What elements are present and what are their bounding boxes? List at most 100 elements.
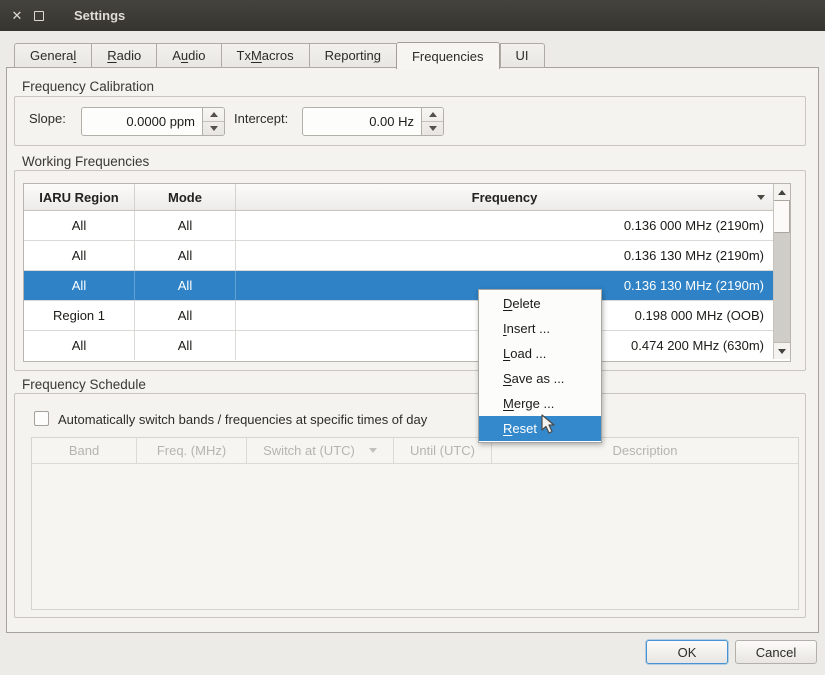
intercept-increment-button[interactable] [422, 108, 443, 122]
menu-label: oad ... [510, 346, 546, 361]
menu-item-reset[interactable]: Reset [479, 416, 601, 441]
menu-item-load[interactable]: Load ... [479, 341, 601, 366]
maximize-button[interactable] [28, 11, 50, 21]
menu-label-mnemonic: M [503, 396, 514, 411]
cancel-button[interactable]: Cancel [735, 640, 817, 664]
auto-switch-checkbox-label[interactable]: Automatically switch bands / frequencies… [58, 412, 427, 427]
tab-label: adio [117, 48, 142, 63]
tab-label: UI [516, 48, 529, 63]
sort-descending-icon [757, 195, 765, 200]
titlebar: ✕ Settings [0, 0, 825, 31]
working-frequencies-table: IARU Region Mode Frequency All All 0.136… [23, 183, 791, 362]
table-row[interactable]: All All 0.136 000 MHz (2190m) [24, 211, 773, 241]
intercept-spinbox[interactable]: 0.00 Hz [302, 107, 444, 136]
tab-label: A [172, 48, 181, 63]
intercept-value[interactable]: 0.00 Hz [303, 108, 421, 135]
tab-label: Reportin [325, 48, 374, 63]
frequency-calibration-title: Frequency Calibration [22, 79, 154, 94]
menu-item-merge[interactable]: Merge ... [479, 391, 601, 416]
scrollbar-down-button[interactable] [774, 342, 790, 359]
slope-increment-button[interactable] [203, 108, 224, 122]
menu-item-insert[interactable]: Insert ... [479, 316, 601, 341]
table-row[interactable]: All All 0.474 200 MHz (630m) [24, 331, 773, 360]
column-header-band: Band [32, 438, 137, 463]
intercept-decrement-button[interactable] [422, 122, 443, 135]
column-header-frequency[interactable]: Frequency [236, 184, 773, 210]
tab-frequencies[interactable]: Frequencies [396, 42, 500, 69]
menu-label: eset [512, 421, 537, 436]
tab-ui[interactable]: UI [500, 43, 545, 68]
close-button[interactable]: ✕ [6, 9, 28, 22]
intercept-label: Intercept: [234, 111, 288, 126]
window-title: Settings [74, 8, 125, 23]
menu-label: erge ... [514, 396, 554, 411]
cell-frequency: 0.136 000 MHz (2190m) [236, 211, 773, 240]
context-menu: Delete Insert ... Load ... Save as ... M… [478, 289, 602, 443]
column-header-mode[interactable]: Mode [135, 184, 236, 210]
cell-mode: All [135, 211, 236, 240]
slope-spinbox[interactable]: 0.0000 ppm [81, 107, 225, 136]
menu-label: elete [512, 296, 540, 311]
tab-general[interactable]: General [14, 43, 91, 68]
tab-label: Tx [237, 48, 251, 63]
tab-label-mnemonic: M [251, 48, 262, 63]
cell-mode: All [135, 241, 236, 270]
column-header-freq-mhz: Freq. (MHz) [137, 438, 247, 463]
close-icon: ✕ [12, 9, 23, 22]
tab-label: Frequencies [412, 49, 484, 64]
menu-label-mnemonic: R [503, 421, 512, 436]
cell-region: All [24, 241, 135, 270]
menu-label-mnemonic: S [503, 371, 512, 386]
cell-region: Region 1 [24, 301, 135, 330]
spin-down-icon [429, 126, 437, 131]
schedule-header-row: Band Freq. (MHz) Switch at (UTC) Until (… [32, 438, 798, 464]
spin-up-icon [210, 112, 218, 117]
maximize-icon [34, 11, 44, 21]
cell-region: All [24, 271, 135, 300]
tab-label: Genera [30, 48, 73, 63]
vertical-scrollbar[interactable] [773, 184, 790, 359]
slope-spin-buttons [202, 108, 224, 135]
tab-label-mnemonic: R [107, 48, 116, 63]
spin-down-icon [210, 126, 218, 131]
tab-audio[interactable]: Audio [156, 43, 220, 68]
table-row[interactable]: All All 0.136 130 MHz (2190m) [24, 241, 773, 271]
tab-label-mnemonic: l [73, 48, 76, 63]
slope-value[interactable]: 0.0000 ppm [82, 108, 202, 135]
tab-label-mnemonic: u [181, 48, 188, 63]
table-row[interactable]: Region 1 All 0.198 000 MHz (OOB) [24, 301, 773, 331]
tab-radio[interactable]: Radio [91, 43, 156, 68]
mouse-cursor [541, 414, 561, 436]
cell-mode: All [135, 271, 236, 300]
menu-item-delete[interactable]: Delete [479, 291, 601, 316]
working-frequencies-title: Working Frequencies [22, 154, 149, 169]
ok-button[interactable]: OK [646, 640, 728, 664]
auto-switch-checkbox[interactable] [34, 411, 49, 426]
cell-frequency: 0.136 130 MHz (2190m) [236, 241, 773, 270]
slope-label: Slope: [29, 111, 66, 126]
cell-mode: All [135, 301, 236, 330]
intercept-spin-buttons [421, 108, 443, 135]
frequency-schedule-group: Automatically switch bands / frequencies… [14, 393, 806, 618]
tab-label: dio [188, 48, 205, 63]
cell-mode: All [135, 331, 236, 360]
scrollbar-thumb[interactable] [774, 200, 790, 233]
column-header-label: Frequency [472, 190, 538, 205]
menu-label: nsert ... [507, 321, 550, 336]
tab-tx-macros[interactable]: Tx Macros [221, 43, 309, 68]
tab-reporting[interactable]: Reporting [309, 43, 396, 68]
slope-decrement-button[interactable] [203, 122, 224, 135]
cell-region: All [24, 331, 135, 360]
column-header-iaru-region[interactable]: IARU Region [24, 184, 135, 210]
menu-item-save-as[interactable]: Save as ... [479, 366, 601, 391]
scroll-down-icon [778, 349, 786, 354]
tab-label: acros [262, 48, 294, 63]
cell-region: All [24, 211, 135, 240]
table-row-selected[interactable]: All All 0.136 130 MHz (2190m) [24, 271, 773, 301]
tab-bar: General Radio Audio Tx Macros Reporting … [14, 42, 545, 68]
schedule-table: Band Freq. (MHz) Switch at (UTC) Until (… [31, 437, 799, 610]
column-header-label: Switch at (UTC) [263, 443, 355, 458]
column-header-switch-at: Switch at (UTC) [247, 438, 394, 463]
frequency-schedule-title: Frequency Schedule [22, 377, 146, 392]
scrollbar-up-button[interactable] [774, 184, 790, 201]
